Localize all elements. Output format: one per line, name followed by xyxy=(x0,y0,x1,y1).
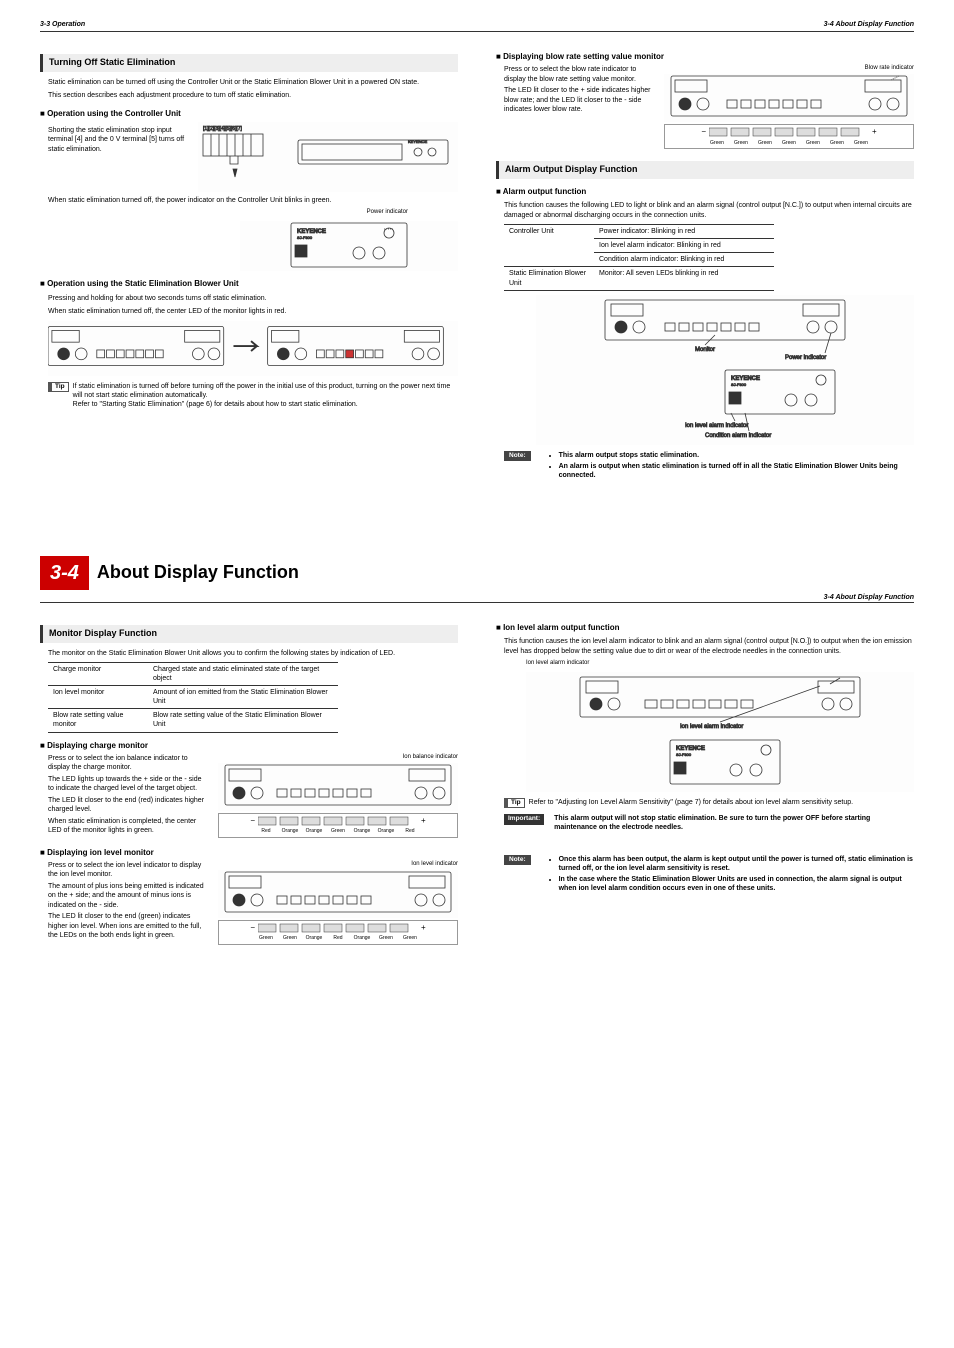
chapter-right: 3-4 About Display Function xyxy=(824,593,914,602)
subh-ionalarm: Ion level alarm output function xyxy=(496,623,914,633)
table-monitor: Charge monitorCharged state and static e… xyxy=(48,662,338,733)
chapter-title: About Display Function xyxy=(97,561,299,584)
p: The amount of plus ions being emitted is… xyxy=(48,882,208,910)
p: The LED lit closer to the end (green) in… xyxy=(48,912,208,940)
minus-icon: − xyxy=(701,127,706,137)
minus-icon: − xyxy=(250,816,255,826)
minus-icon: − xyxy=(250,923,255,933)
p: When static elimination turned off, the … xyxy=(48,307,458,316)
illus-alarm: Monitor Power indicator KEYENCESJ-F300 I… xyxy=(536,295,914,445)
illus-blower-pair xyxy=(48,321,458,376)
svg-text:Condition alarm indicator: Condition alarm indicator xyxy=(705,433,771,439)
p: This function causes the following LED t… xyxy=(504,201,914,220)
subh-ion: Displaying ion level monitor xyxy=(40,848,458,858)
illus-charge xyxy=(218,763,458,811)
table-alarm: Controller UnitPower indicator: Blinking… xyxy=(504,224,774,290)
p: When static elimination is completed, th… xyxy=(48,817,208,836)
tip-label: Tip xyxy=(504,798,525,808)
tip-box: Tip If static elimination is turned off … xyxy=(48,382,458,409)
cap-ion: Ion level indicator xyxy=(218,861,458,869)
led-labels: GreenGreenOrangeRedOrangeGreenGreen xyxy=(223,935,453,942)
cap-mon: Monitor xyxy=(695,347,715,353)
svg-text:Ion level alarm indicator: Ion level alarm indicator xyxy=(680,724,743,730)
cap-pow: Power indicator xyxy=(785,355,826,361)
led-labels: RedOrangeOrangeGreenOrangeOrangeRed xyxy=(223,828,453,835)
svg-text:Ion level alarm indicator: Ion level alarm indicator xyxy=(685,423,748,429)
illus-blow xyxy=(664,74,914,122)
tip-label: Tip xyxy=(48,382,69,392)
cap-charge: Ion balance indicator xyxy=(218,754,458,762)
subh-controller: Operation using the Controller Unit xyxy=(40,109,458,119)
p: Press or to select the ion balance indic… xyxy=(48,754,208,773)
p: This function causes the ion level alarm… xyxy=(504,637,914,656)
p: Shorting the static elimination stop inp… xyxy=(48,126,188,154)
important: Important: This alarm output will not st… xyxy=(504,814,914,832)
svg-text:[1][2][3][4][5][6][7]: [1][2][3][4][5][6][7] xyxy=(203,126,243,132)
p: This section describes each adjustment p… xyxy=(48,91,458,100)
tip-text: If static elimination is turned off befo… xyxy=(73,383,451,399)
p: The LED lights up towards the + side or … xyxy=(48,775,208,794)
tip2: Tip Refer to "Adjusting Ion Level Alarm … xyxy=(504,798,914,808)
illus-controller: KEYENCESJ-F300 xyxy=(240,221,458,271)
subh-alarm: Alarm output function xyxy=(496,187,914,197)
caption-power: Power indicator xyxy=(40,209,408,217)
tip-text: Refer to "Adjusting Ion Level Alarm Sens… xyxy=(529,798,853,807)
chapter-row: 3-4 About Display Function 3-4 About Dis… xyxy=(40,486,914,602)
subh-blowrate: Displaying blow rate setting value monit… xyxy=(496,52,914,62)
note1: Note: This alarm output stops static eli… xyxy=(504,451,914,482)
p: The LED lit closer to the + side indicat… xyxy=(504,86,654,114)
page-header: 3-3 Operation 3-4 About Display Function xyxy=(40,20,914,32)
cap: Ion level alarm indicator xyxy=(526,660,914,668)
led-labels: GreenGreenGreenGreenGreenGreenGreen xyxy=(669,140,909,147)
note-label: Note: xyxy=(504,855,531,865)
important-label: Important: xyxy=(504,814,544,824)
illus-terminal: [1][2][3][4][5][6][7] KEYENCE xyxy=(198,122,458,192)
section-alarm: Alarm Output Display Function xyxy=(496,161,914,179)
p: Pressing and holding for about two secon… xyxy=(48,294,458,303)
note2: Note: Once this alarm has been output, t… xyxy=(504,855,914,895)
plus-icon: + xyxy=(421,816,426,826)
p: When static elimination turned off, the … xyxy=(48,196,458,205)
subh-blower: Operation using the Static Elimination B… xyxy=(40,279,458,289)
subh-charge: Displaying charge monitor xyxy=(40,741,458,751)
chapter-num: 3-4 xyxy=(40,556,89,590)
cap-blow: Blow rate indicator xyxy=(664,65,914,73)
hdr-right: 3-4 About Display Function xyxy=(824,20,914,29)
p: Static elimination can be turned off usi… xyxy=(48,78,458,87)
p: The LED lit closer to the end (red) indi… xyxy=(48,796,208,815)
section-turning-off: Turning Off Static Elimination xyxy=(40,54,458,72)
section-monitor: Monitor Display Function xyxy=(40,625,458,643)
note-label: Note: xyxy=(504,451,531,461)
svg-text:SJ-F300: SJ-F300 xyxy=(676,752,692,757)
p: Press or to select the blow rate indicat… xyxy=(504,65,654,84)
svg-text:KEYENCE: KEYENCE xyxy=(408,139,427,144)
plus-icon: + xyxy=(872,127,877,137)
illus-ionalarm: Ion level alarm indicator KEYENCESJ-F300 xyxy=(526,672,914,792)
p: Press or to select the ion level indicat… xyxy=(48,861,208,880)
plus-icon: + xyxy=(421,923,426,933)
hdr-left: 3-3 Operation xyxy=(40,20,85,29)
svg-text:SJ-F300: SJ-F300 xyxy=(731,382,747,387)
tip-ref: Refer to "Starting Static Elimination" (… xyxy=(73,401,358,408)
p: The monitor on the Static Elimination Bl… xyxy=(48,649,458,658)
svg-text:SJ-F300: SJ-F300 xyxy=(297,235,313,240)
illus-ion xyxy=(218,870,458,918)
